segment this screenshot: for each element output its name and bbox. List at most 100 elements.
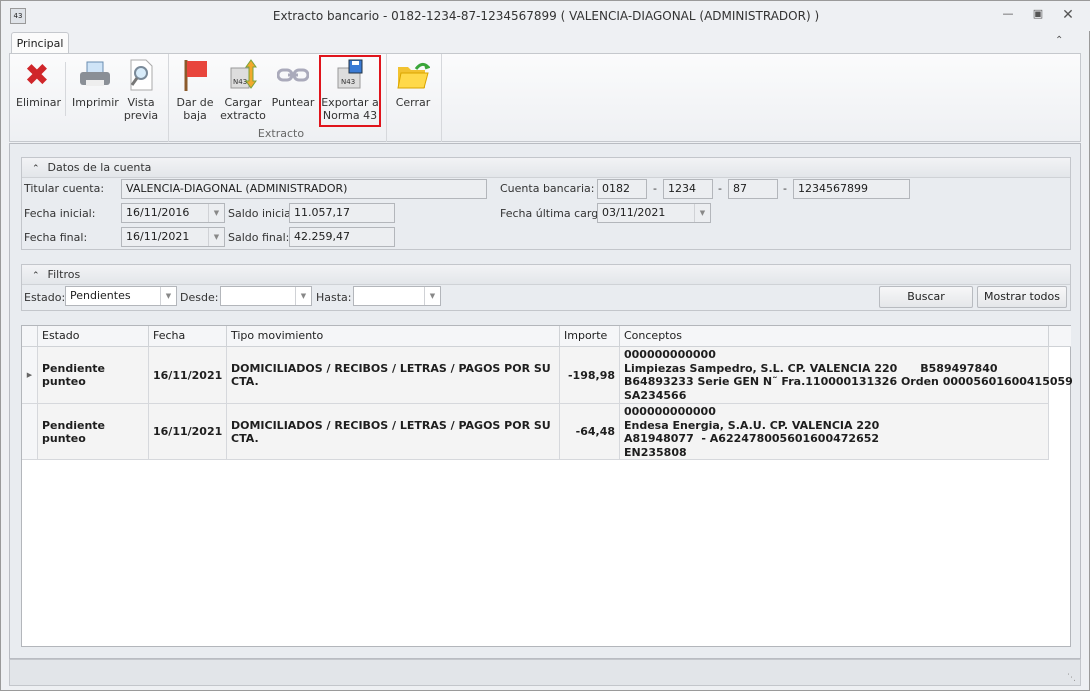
table-row[interactable]: Pendiente punteo 16/11/2021 DOMICILIADOS… [22, 404, 1049, 460]
concepto-line: SA234566 [624, 388, 687, 402]
cell-estado: Pendiente punteo [38, 347, 149, 404]
cell-estado: Pendiente punteo [38, 404, 149, 460]
puntear-button[interactable]: Puntear [270, 58, 316, 128]
puntear-label: Puntear [271, 96, 315, 109]
collapse-icon: ⌃ [32, 271, 40, 281]
exportar-norma43-button[interactable]: N43 Exportar a Norma 43 [321, 58, 379, 128]
concepto-line: EN235808 [624, 445, 687, 459]
exportar-label: Exportar a Norma 43 [321, 96, 379, 122]
concepto-line: 000000000000 [624, 348, 716, 361]
ultima-carga-field[interactable]: 03/11/2021 ▼ [597, 203, 711, 223]
dash: - [783, 182, 787, 195]
mostrar-todos-button[interactable]: Mostrar todos [977, 286, 1067, 308]
ultima-carga-value: 03/11/2021 [602, 206, 666, 219]
chevron-down-icon[interactable]: ▼ [208, 204, 224, 222]
cell-importe: -64,48 [560, 404, 620, 460]
saldo-final-label: Saldo final: [228, 231, 290, 244]
movimientos-grid: Estado Fecha Tipo movimiento Importe Con… [21, 325, 1073, 647]
cerrar-button[interactable]: Cerrar [392, 58, 434, 128]
window-title: Extracto bancario - 0182-1234-87-1234567… [272, 9, 820, 23]
datos-cuenta-title: Datos de la cuenta [47, 161, 152, 174]
estado-select[interactable]: Pendientes ▼ [65, 286, 177, 306]
cargar-extracto-button[interactable]: N43 Cargar extracto [220, 58, 266, 128]
printer-icon [72, 58, 118, 92]
chevron-down-icon[interactable]: ▼ [424, 287, 440, 305]
cell-conceptos: 000000000000 Limpiezas Sampedro, S.L. CP.… [620, 347, 1073, 404]
concepto-line: Limpiezas Sampedro, S.L. CP. VALENCIA 22… [624, 361, 998, 375]
table-row[interactable]: ▶ Pendiente punteo 16/11/2021 DOMICILIAD… [22, 347, 1073, 404]
status-bar: ⋱ [9, 659, 1081, 686]
column-header-tipo[interactable]: Tipo movimiento [227, 326, 560, 347]
load-n43-icon: N43 [220, 58, 266, 92]
column-header-estado[interactable]: Estado [38, 326, 149, 347]
saldo-final-field: 42.259,47 [289, 227, 395, 247]
fecha-inicial-field[interactable]: 16/11/2016 ▼ [121, 203, 225, 223]
hasta-label: Hasta: [316, 291, 352, 304]
fecha-final-value: 16/11/2021 [126, 230, 190, 243]
ribbon: ✖ Eliminar Imprimir Vista previa Dar de … [9, 53, 1081, 142]
fecha-inicial-label: Fecha inicial: [24, 207, 96, 220]
vista-previa-label: Vista previa [123, 96, 159, 122]
eliminar-button[interactable]: ✖ Eliminar [16, 57, 62, 128]
eliminar-label: Eliminar [16, 96, 62, 109]
imprimir-label: Imprimir [72, 96, 119, 109]
desde-date-input[interactable]: ▼ [220, 286, 312, 306]
resize-grip-icon[interactable]: ⋱ [1067, 673, 1076, 683]
folder-open-icon [392, 58, 434, 92]
dash: - [718, 182, 722, 195]
fecha-final-field[interactable]: 16/11/2021 ▼ [121, 227, 225, 247]
header-filler [1049, 326, 1071, 347]
chevron-down-icon[interactable]: ▼ [208, 228, 224, 246]
magnifier-page-icon [120, 58, 162, 92]
cell-conceptos: 000000000000 Endesa Energia, S.A.U. CP. V… [620, 404, 1049, 460]
dar-de-baja-button[interactable]: Dar de baja [174, 58, 216, 128]
svg-text:N43: N43 [233, 78, 247, 86]
cell-importe: -198,98 [560, 347, 620, 404]
fecha-final-label: Fecha final: [24, 231, 88, 244]
imprimir-button[interactable]: Imprimir [72, 58, 119, 128]
cell-fecha: 16/11/2021 [149, 347, 227, 404]
maximize-button[interactable]: ▣ [1027, 7, 1049, 25]
concepto-line: 000000000000 [624, 405, 716, 418]
saldo-inicial-label: Saldo inicial: [228, 207, 298, 220]
collapse-ribbon-icon[interactable]: ⌃ [1055, 35, 1063, 46]
filtros-title: Filtros [47, 268, 81, 281]
concepto-line: B64893233 Serie GEN N˜ Fra.110000131326 … [624, 375, 1073, 388]
tab-principal[interactable]: Principal [11, 32, 69, 54]
row-selected-indicator-icon: ▶ [22, 347, 38, 404]
fecha-inicial-value: 16/11/2016 [126, 206, 190, 219]
minimize-button[interactable]: — [997, 7, 1019, 25]
close-button[interactable]: ✕ [1057, 7, 1079, 25]
dc-field: 87 [728, 179, 778, 199]
svg-text:N43: N43 [341, 78, 355, 86]
chevron-down-icon[interactable]: ▼ [295, 287, 311, 305]
vista-previa-button[interactable]: Vista previa [120, 58, 162, 128]
column-header-conceptos[interactable]: Conceptos [620, 326, 1049, 347]
desde-label: Desde: [180, 291, 219, 304]
filtros-header[interactable]: ⌃ Filtros [22, 265, 1070, 285]
row-indicator [22, 404, 38, 460]
cell-fecha: 16/11/2021 [149, 404, 227, 460]
buscar-button[interactable]: Buscar [879, 286, 973, 308]
cargar-extracto-label: Cargar extracto [220, 96, 266, 122]
datos-cuenta-header[interactable]: ⌃ Datos de la cuenta [22, 158, 1070, 178]
window: 43 Extracto bancario - 0182-1234-87-1234… [0, 0, 1090, 691]
concepto-line: A81948077 - A622478005601600472652 [624, 432, 880, 445]
numero-cuenta-field: 1234567899 [793, 179, 910, 199]
chevron-down-icon[interactable]: ▼ [160, 287, 176, 305]
hasta-date-input[interactable]: ▼ [353, 286, 441, 306]
cell-tipo: DOMICILIADOS / RECIBOS / LETRAS / PAGOS … [227, 347, 560, 404]
column-header-fecha[interactable]: Fecha [149, 326, 227, 347]
chevron-down-icon[interactable]: ▼ [694, 204, 710, 222]
cell-tipo: DOMICILIADOS / RECIBOS / LETRAS / PAGOS … [227, 404, 560, 460]
group-label-extracto: Extracto [257, 127, 305, 140]
column-header-importe[interactable]: Importe [560, 326, 620, 347]
oficina-field: 1234 [663, 179, 713, 199]
cuenta-bancaria-label: Cuenta bancaria: [500, 182, 595, 195]
titular-label: Titular cuenta: [24, 182, 105, 195]
ultima-carga-label: Fecha última carga: [500, 207, 609, 220]
collapse-icon: ⌃ [32, 164, 40, 174]
concepto-line: Endesa Energia, S.A.U. CP. VALENCIA 220 [624, 418, 880, 432]
export-n43-disk-icon: N43 [321, 58, 379, 92]
delete-x-icon: ✖ [24, 57, 50, 93]
